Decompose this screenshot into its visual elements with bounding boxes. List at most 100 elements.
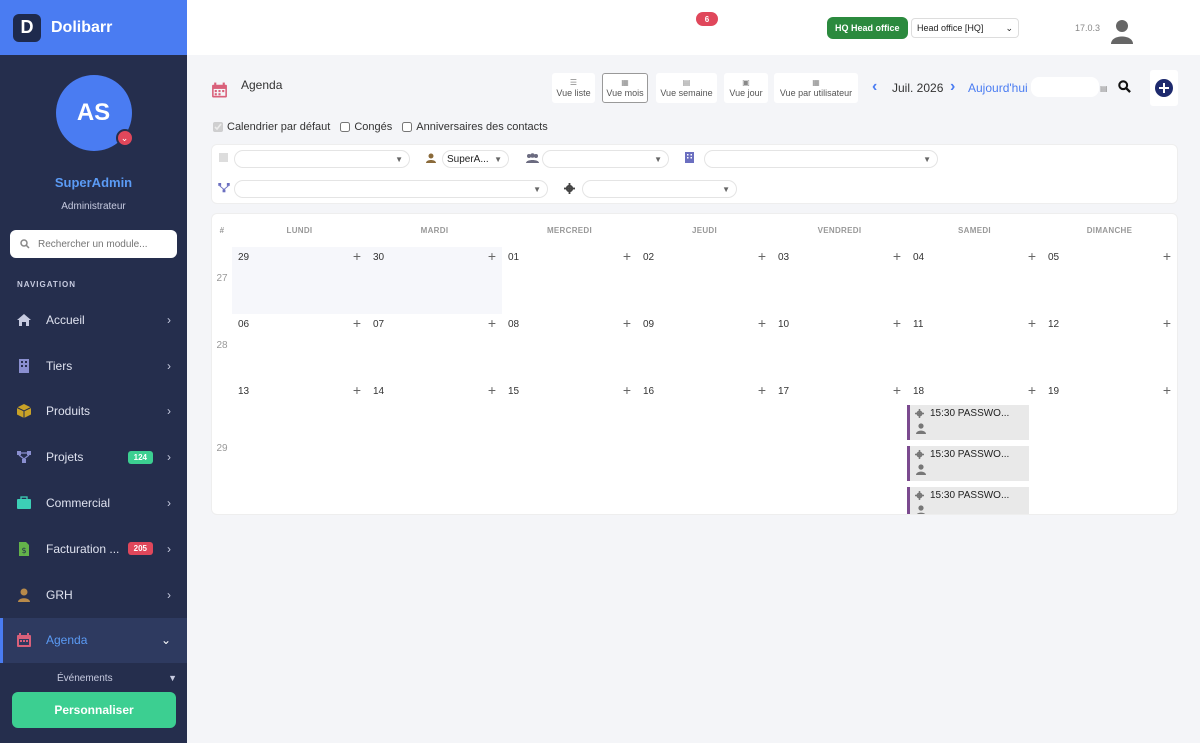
day-number[interactable]: 06 <box>238 319 249 330</box>
group-filter-select[interactable]: ▼ <box>542 150 669 168</box>
project-filter-select[interactable]: ▼ <box>234 180 548 198</box>
day-cell[interactable]: 14 + <box>367 381 502 514</box>
day-number[interactable]: 11 <box>913 319 923 330</box>
day-cell[interactable]: 05 + <box>1042 247 1177 314</box>
day-cell[interactable]: 08 + <box>502 314 637 381</box>
add-event-button[interactable] <box>1150 70 1178 106</box>
sidebar-item-projets[interactable]: Projets 124 › <box>0 434 187 480</box>
user-name[interactable]: SuperAdmin <box>0 175 187 190</box>
birthdays-checkbox[interactable]: Anniversaires des contacts <box>402 121 548 133</box>
add-event-icon[interactable]: + <box>893 248 901 264</box>
day-number[interactable]: 17 <box>778 386 789 397</box>
add-event-icon[interactable]: + <box>623 315 631 331</box>
add-event-icon[interactable]: + <box>353 315 361 331</box>
add-event-icon[interactable]: + <box>1028 248 1036 264</box>
day-number[interactable]: 13 <box>238 386 249 397</box>
add-event-icon[interactable]: + <box>1163 382 1171 398</box>
day-number[interactable]: 02 <box>643 252 654 263</box>
day-number[interactable]: 14 <box>373 386 384 397</box>
sidebar-item-agenda[interactable]: Agenda ⌄ <box>0 617 187 664</box>
day-number[interactable]: 18 <box>913 386 924 397</box>
view-per-user-button[interactable]: ▦ Vue par utilisateur <box>774 73 858 103</box>
add-event-icon[interactable]: + <box>623 248 631 264</box>
module-search-input[interactable] <box>38 238 168 250</box>
user-filter-select[interactable]: SuperA... ▼ <box>442 150 509 168</box>
sidebar-item-grh[interactable]: GRH › <box>0 572 187 618</box>
add-event-icon[interactable]: + <box>1163 248 1171 264</box>
add-event-icon[interactable]: + <box>758 315 766 331</box>
day-number[interactable]: 29 <box>238 252 249 263</box>
day-number[interactable]: 05 <box>1048 252 1059 263</box>
add-event-icon[interactable]: + <box>893 315 901 331</box>
day-cell[interactable]: 29 + <box>232 247 367 314</box>
search-icon[interactable] <box>1118 80 1131 93</box>
customize-button[interactable]: Personnaliser <box>12 692 176 728</box>
module-search[interactable] <box>10 230 177 258</box>
user-profile-icon[interactable] <box>1110 18 1134 44</box>
day-cell[interactable]: 02 + <box>637 247 772 314</box>
date-picker-icon[interactable]: ▤ <box>1100 84 1108 93</box>
add-event-icon[interactable]: + <box>758 382 766 398</box>
day-number[interactable]: 12 <box>1048 319 1059 330</box>
day-cell[interactable]: 30 + <box>367 247 502 314</box>
view-day-button[interactable]: ▣ Vue jour <box>724 73 768 103</box>
add-event-icon[interactable]: + <box>1163 315 1171 331</box>
day-number[interactable]: 19 <box>1048 386 1059 397</box>
add-event-icon[interactable]: + <box>1028 315 1036 331</box>
add-event-icon[interactable]: + <box>1028 382 1036 398</box>
status-filter-select[interactable]: ▼ <box>582 180 737 198</box>
day-cell[interactable]: 11 + <box>907 314 1042 381</box>
chevron-down-icon[interactable]: ⌄ <box>115 129 134 147</box>
day-number[interactable]: 15 <box>508 386 519 397</box>
day-cell[interactable]: 19 + <box>1042 381 1177 514</box>
day-number[interactable]: 10 <box>778 319 789 330</box>
add-event-icon[interactable]: + <box>353 248 361 264</box>
day-cell[interactable]: 17 + <box>772 381 907 514</box>
day-cell[interactable]: 04 + <box>907 247 1042 314</box>
date-input[interactable] <box>1031 77 1099 97</box>
add-event-icon[interactable]: + <box>488 315 496 331</box>
day-number[interactable]: 09 <box>643 319 654 330</box>
calendar-event[interactable]: 15:30 PASSWO... <box>907 446 1029 481</box>
day-number[interactable]: 07 <box>373 319 384 330</box>
add-event-icon[interactable]: + <box>488 382 496 398</box>
add-event-icon[interactable]: + <box>353 382 361 398</box>
sidebar-item-produits[interactable]: Produits › <box>0 389 187 435</box>
entity-select[interactable]: Head office [HQ] ⌄ <box>911 18 1019 38</box>
day-cell[interactable]: 10 + <box>772 314 907 381</box>
add-event-icon[interactable]: + <box>893 382 901 398</box>
add-event-icon[interactable]: + <box>488 248 496 264</box>
sidebar-item-facturation[interactable]: $ Facturation ... 205 › <box>0 526 187 572</box>
day-cell[interactable]: 09 + <box>637 314 772 381</box>
brand[interactable]: D Dolibarr <box>0 0 187 55</box>
day-number[interactable]: 03 <box>778 252 789 263</box>
add-event-icon[interactable]: + <box>623 382 631 398</box>
today-link[interactable]: Aujourd'hui <box>968 81 1028 95</box>
day-number[interactable]: 30 <box>373 252 384 263</box>
day-number[interactable]: 01 <box>508 252 519 263</box>
birthdays-input[interactable] <box>402 122 413 132</box>
day-cell[interactable]: 06 + <box>232 314 367 381</box>
holidays-checkbox[interactable]: Congés <box>340 121 392 133</box>
day-number[interactable]: 04 <box>913 252 924 263</box>
day-cell[interactable]: 18 +15:30 PASSWO... 15:30 PASSWO... 15:30 P… <box>907 381 1042 514</box>
day-cell[interactable]: 01 + <box>502 247 637 314</box>
notification-badge[interactable]: 6 <box>696 12 718 26</box>
day-cell[interactable]: 13 + <box>232 381 367 514</box>
view-week-button[interactable]: ▤ Vue semaine <box>656 73 717 103</box>
calendar-event[interactable]: 15:30 PASSWO... <box>907 487 1029 514</box>
day-cell[interactable]: 16 + <box>637 381 772 514</box>
sidebar-item-tiers[interactable]: Tiers › <box>0 343 187 389</box>
day-cell[interactable]: 03 + <box>772 247 907 314</box>
user-avatar-wrap[interactable]: AS ⌄ <box>55 75 134 151</box>
company-filter-select[interactable]: ▼ <box>704 150 938 168</box>
next-month-icon[interactable]: › <box>950 78 955 96</box>
day-cell[interactable]: 12 + <box>1042 314 1177 381</box>
day-cell[interactable]: 07 + <box>367 314 502 381</box>
view-month-button[interactable]: ▦ Vue mois <box>602 73 648 103</box>
sidebar-item-accueil[interactable]: Accueil › <box>0 297 187 343</box>
day-number[interactable]: 08 <box>508 319 519 330</box>
add-event-icon[interactable]: + <box>758 248 766 264</box>
day-cell[interactable]: 15 + <box>502 381 637 514</box>
previous-month-icon[interactable]: ‹ <box>872 78 877 96</box>
